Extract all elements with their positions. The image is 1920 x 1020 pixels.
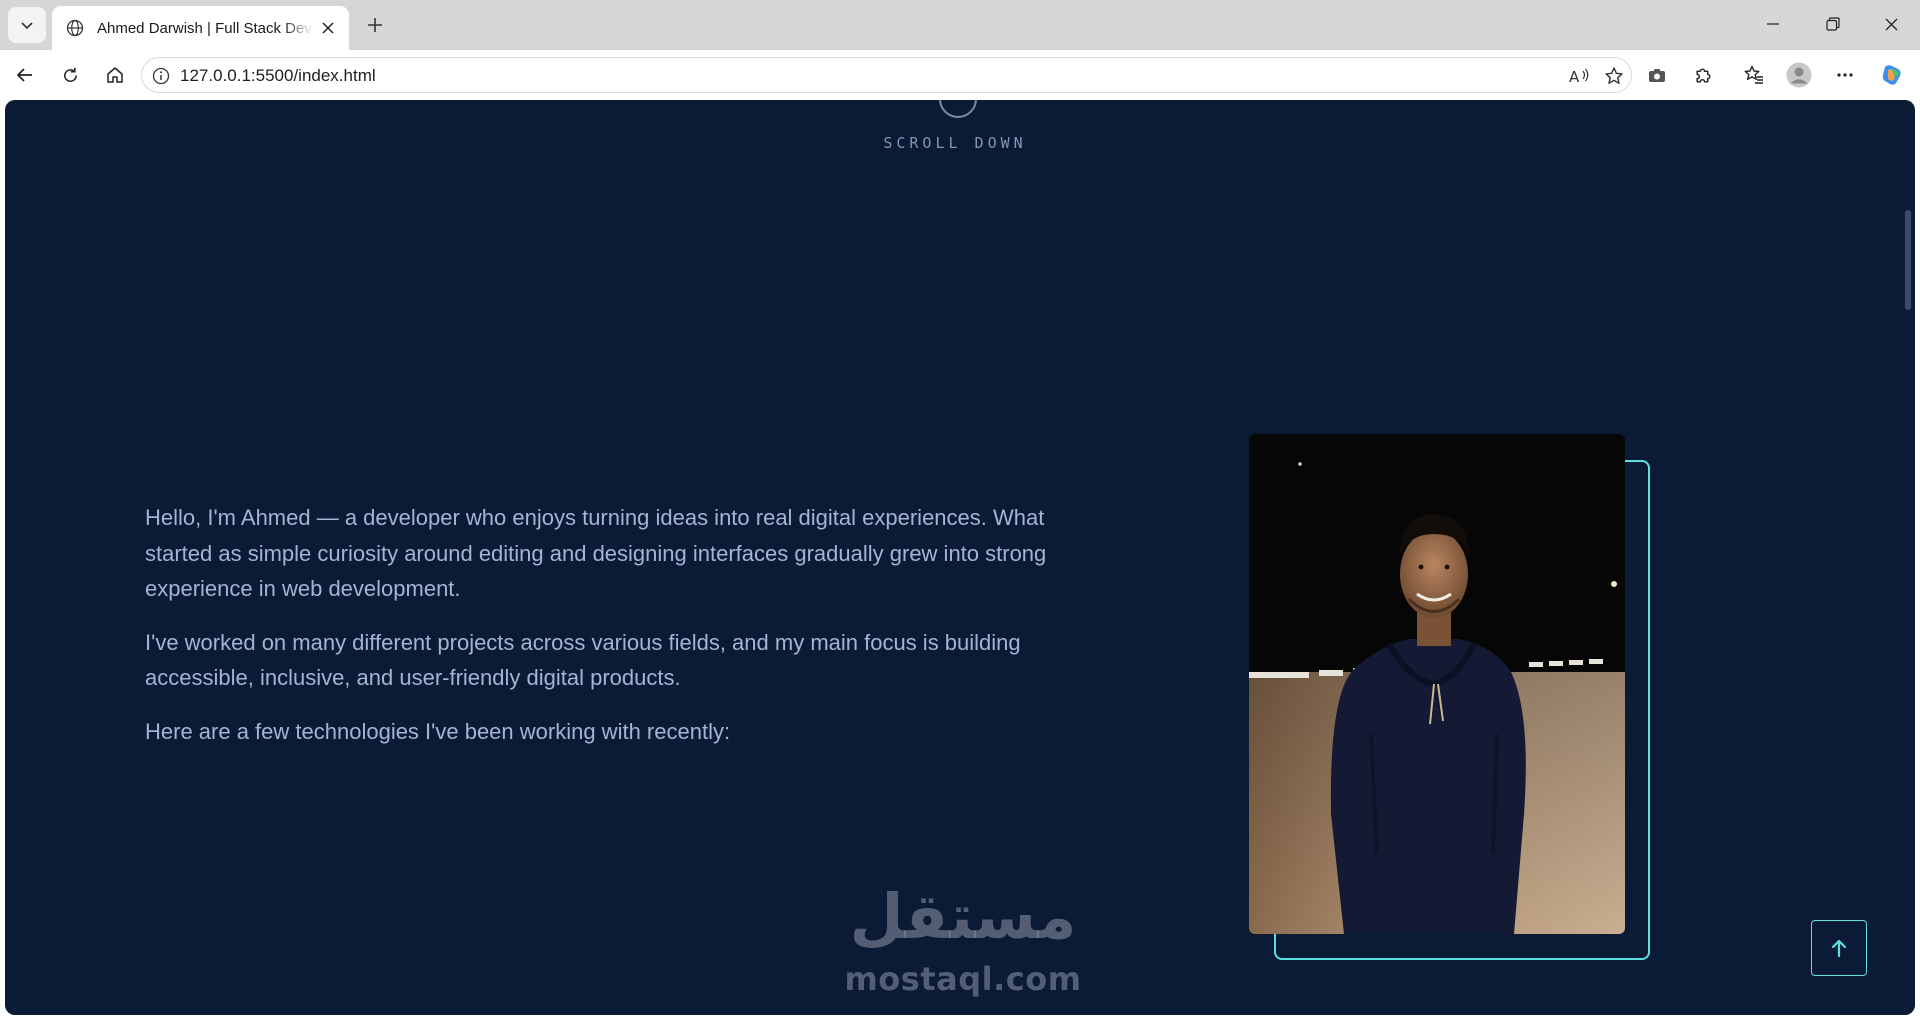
- chevron-down-icon: [21, 22, 33, 30]
- back-to-top-button[interactable]: [1811, 920, 1867, 976]
- close-window-button[interactable]: [1868, 0, 1914, 48]
- profile-photo: [1249, 434, 1625, 934]
- watermark-latin: mostaql.com: [844, 960, 1082, 998]
- more-button[interactable]: [1829, 59, 1861, 91]
- plus-icon: [368, 18, 382, 32]
- page-viewport[interactable]: SCROLL DOWN Hello, I'm Ahmed — a develop…: [5, 100, 1915, 1015]
- address-bar[interactable]: 127.0.0.1:5500/index.html A: [141, 57, 1632, 93]
- watermark-arabic: مستقل: [849, 880, 1077, 953]
- favorite-button[interactable]: [1601, 63, 1627, 89]
- reload-button[interactable]: [54, 59, 86, 91]
- tab-title: Ahmed Darwish | Full Stack Developer: [97, 19, 313, 37]
- favorites-list-button[interactable]: [1738, 59, 1770, 91]
- globe-icon: [64, 17, 86, 39]
- browser-tab-bar: Ahmed Darwish | Full Stack Developer: [0, 0, 1920, 50]
- camera-icon: [1649, 69, 1665, 82]
- back-button[interactable]: [9, 59, 41, 91]
- read-aloud-icon: A: [1569, 68, 1589, 86]
- page-scrollbar[interactable]: [1905, 210, 1911, 310]
- favorites-icon: [1744, 65, 1763, 84]
- home-button[interactable]: [99, 59, 131, 91]
- scroll-down-indicator[interactable]: [939, 100, 977, 118]
- copilot-icon: [1882, 65, 1901, 85]
- puzzle-icon: [1695, 67, 1711, 83]
- profile-button[interactable]: [1783, 59, 1815, 91]
- svg-text:A: A: [1569, 68, 1580, 86]
- active-tab[interactable]: Ahmed Darwish | Full Stack Developer: [52, 6, 349, 50]
- tab-close-button[interactable]: [317, 17, 339, 39]
- restore-button[interactable]: [1810, 0, 1856, 48]
- more-icon: [1837, 73, 1853, 77]
- home-icon: [107, 67, 123, 83]
- arrow-left-icon: [16, 68, 32, 82]
- minimize-button[interactable]: [1750, 0, 1796, 48]
- url-text[interactable]: 127.0.0.1:5500/index.html: [180, 66, 376, 86]
- profile-icon: [1786, 62, 1812, 88]
- star-icon: [1605, 67, 1623, 84]
- arrow-up-icon: [1831, 939, 1847, 958]
- close-icon: [322, 22, 334, 34]
- close-icon: [1885, 18, 1897, 30]
- tab-list-button[interactable]: [8, 7, 46, 43]
- mostaql-watermark: مستقل mostaql.com: [843, 880, 1083, 1000]
- new-tab-button[interactable]: [358, 8, 392, 42]
- read-aloud-button[interactable]: A: [1566, 63, 1592, 89]
- minimize-icon: [1767, 23, 1779, 25]
- copilot-button[interactable]: [1876, 59, 1908, 91]
- restore-icon: [1826, 17, 1840, 31]
- about-paragraph-3: Here are a few technologies I've been wo…: [145, 718, 731, 744]
- scroll-down-label: SCROLL DOWN: [883, 134, 1027, 152]
- reload-icon: [63, 67, 77, 82]
- about-paragraph-1: Hello, I'm Ahmed — a developer who enjoy…: [145, 505, 1047, 601]
- info-icon[interactable]: [150, 65, 172, 87]
- extensions-button[interactable]: [1687, 59, 1719, 91]
- about-paragraph-2: I've worked on many different projects a…: [145, 629, 1021, 691]
- screenshot-button[interactable]: [1641, 59, 1673, 91]
- about-section-text: Hello, I'm Ahmed — a developer who enjoy…: [145, 500, 1075, 767]
